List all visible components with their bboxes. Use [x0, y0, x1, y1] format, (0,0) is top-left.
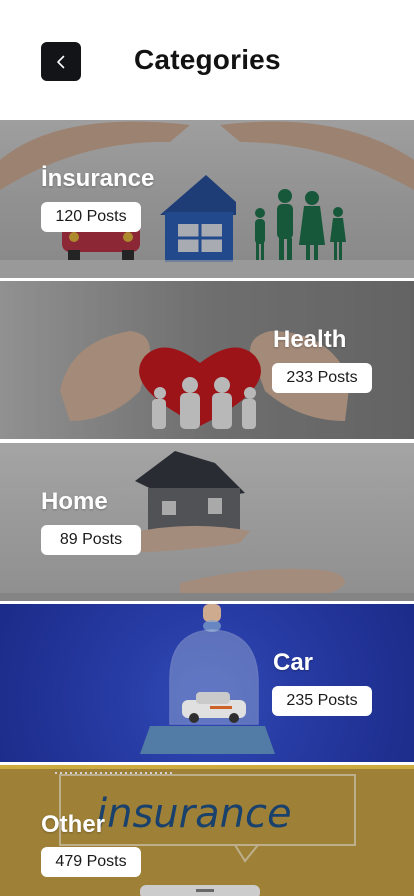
chevron-left-icon — [57, 55, 65, 68]
top-bar: Categories — [0, 0, 414, 120]
posts-count-badge: 233 Posts — [272, 363, 372, 393]
category-card-car[interactable]: Car 235 Posts — [0, 604, 414, 762]
back-button[interactable] — [41, 42, 81, 81]
category-card-home[interactable]: Home 89 Posts — [0, 443, 414, 601]
category-name: Health — [273, 326, 347, 353]
category-name: Car — [273, 649, 314, 676]
page-title: Categories — [134, 44, 281, 75]
posts-count-badge: 89 Posts — [41, 525, 141, 555]
category-card-other[interactable]: insurance Other 479 Posts — [0, 765, 414, 896]
category-name: Other — [41, 811, 106, 838]
posts-count-badge: 479 Posts — [41, 847, 141, 877]
posts-count-badge: 120 Posts — [41, 202, 141, 232]
category-name: İnsurance — [41, 165, 155, 192]
category-card-insurance[interactable]: İnsurance 120 Posts — [0, 120, 414, 278]
category-name: Home — [41, 488, 108, 515]
category-card-health[interactable]: Health 233 Posts — [0, 281, 414, 439]
posts-count-badge: 235 Posts — [272, 686, 372, 716]
